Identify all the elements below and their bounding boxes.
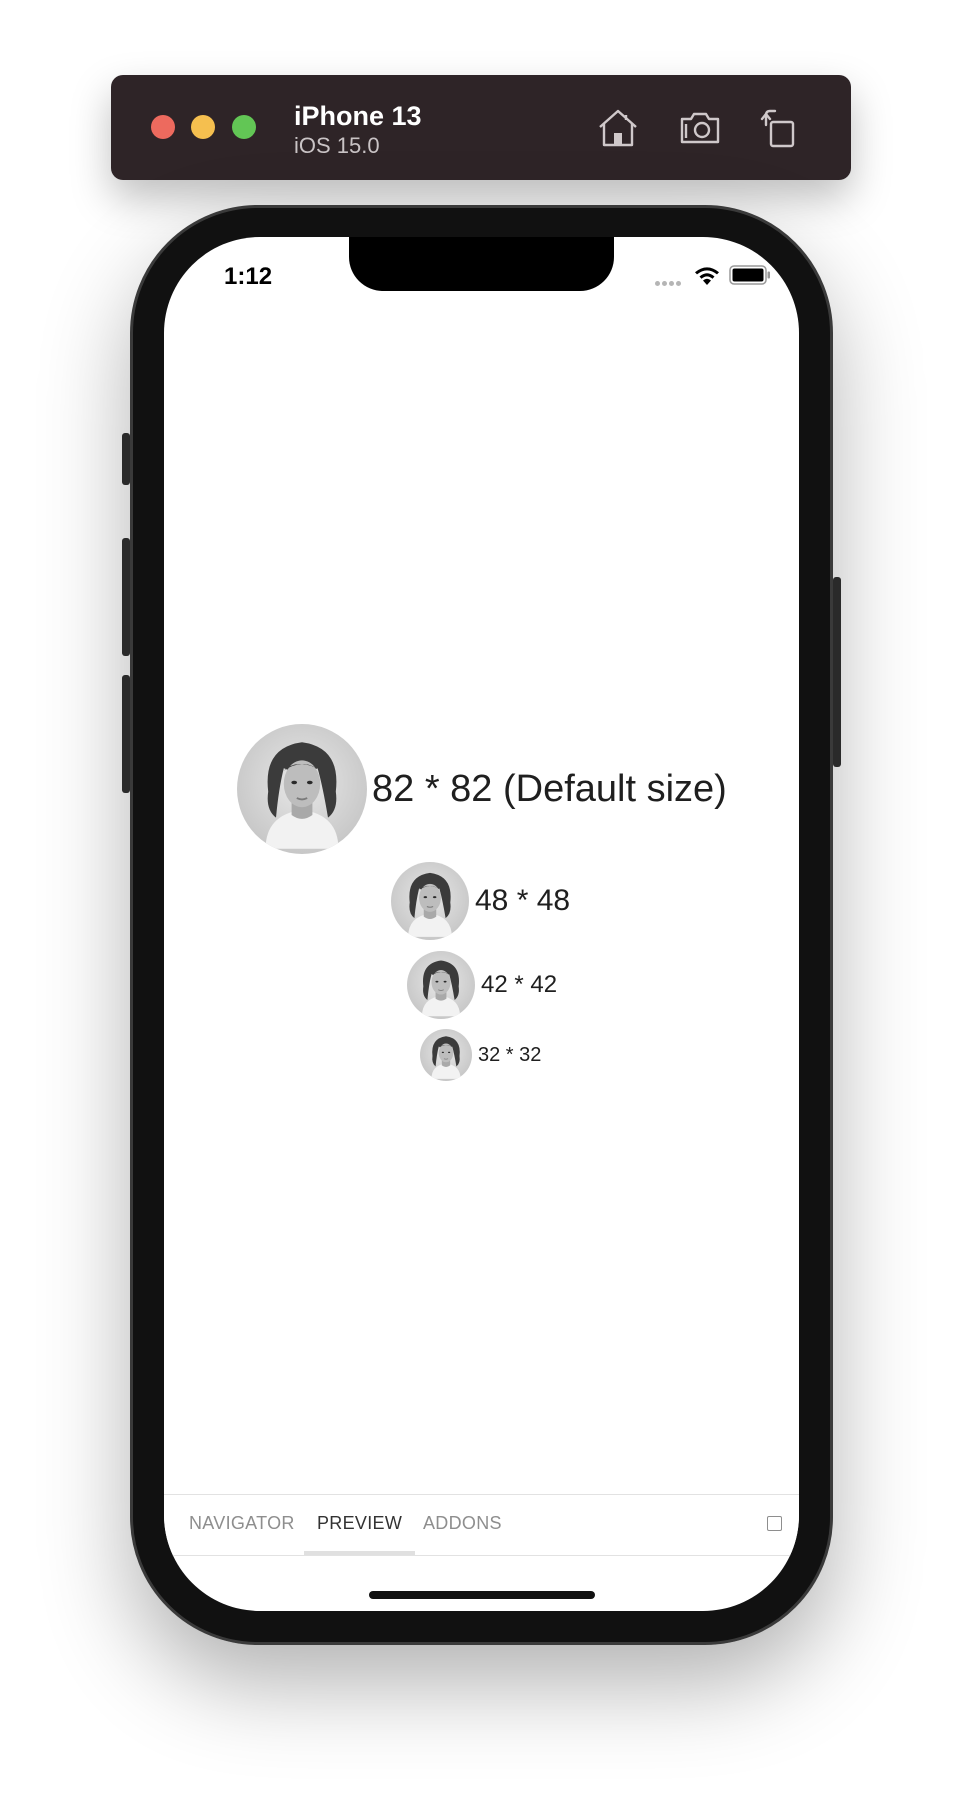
home-indicator	[369, 1591, 595, 1599]
notch	[349, 237, 614, 291]
tab-navigator[interactable]: NAVIGATOR	[176, 1495, 308, 1555]
power-button	[833, 577, 841, 767]
panel-toggle-icon[interactable]	[767, 1516, 782, 1531]
home-icon[interactable]	[595, 105, 641, 151]
avatar-row-82: 82 * 82 (Default size)	[237, 724, 727, 854]
minimize-window-button[interactable]	[191, 115, 215, 139]
status-time: 1:12	[224, 263, 273, 290]
tab-preview[interactable]: PREVIEW	[304, 1495, 416, 1555]
avatar-size-label: 48 * 48	[475, 884, 571, 917]
avatar-size-label: 42 * 42	[481, 971, 558, 998]
avatar-size-label: 82 * 82 (Default size)	[372, 767, 727, 810]
signal-dots-icon	[655, 273, 683, 291]
zoom-window-button[interactable]	[232, 115, 256, 139]
volume-down-button	[122, 675, 130, 793]
avatar-row-42: 42 * 42	[407, 951, 557, 1019]
silent-switch	[122, 433, 130, 485]
screenshot-icon[interactable]	[677, 105, 723, 151]
avatar	[407, 951, 475, 1019]
avatar-row-48: 48 * 48	[391, 862, 570, 940]
tab-addons[interactable]: ADDONS	[410, 1495, 515, 1555]
avatar-size-label: 32 * 32	[478, 1043, 542, 1066]
volume-up-button	[122, 538, 130, 656]
os-version: iOS 15.0	[294, 133, 380, 158]
close-window-button[interactable]	[151, 115, 175, 139]
device-name: iPhone 13	[294, 101, 422, 131]
avatar	[391, 862, 469, 940]
avatar	[237, 724, 367, 854]
rotate-icon[interactable]	[757, 105, 803, 151]
addons-panel: NAVIGATOR PREVIEW ADDONS	[164, 1494, 799, 1556]
battery-icon	[729, 265, 770, 285]
avatar-row-32: 32 * 32	[420, 1029, 541, 1081]
avatar	[420, 1029, 472, 1081]
wifi-icon	[695, 267, 719, 285]
simulator-title-bar: iPhone 13 iOS 15.0	[111, 75, 851, 180]
phone-screen: 1:12 82 * 82 (Default size) 48 * 48 42 *…	[164, 237, 799, 1611]
